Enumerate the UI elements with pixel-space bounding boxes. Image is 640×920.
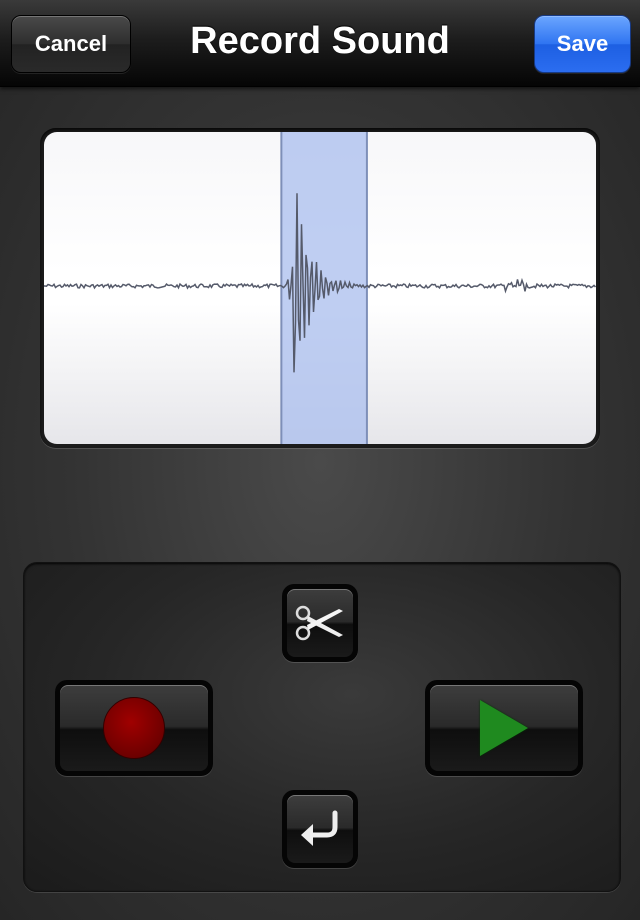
navigation-bar: Cancel Record Sound Save — [0, 0, 640, 87]
save-button[interactable]: Save — [534, 15, 631, 73]
undo-arrow-icon — [301, 810, 338, 846]
scissors-icon — [295, 605, 343, 641]
waveform-view[interactable] — [44, 132, 596, 444]
undo-button[interactable] — [282, 790, 358, 868]
play-icon — [480, 700, 528, 756]
play-button[interactable] — [425, 680, 583, 776]
trim-button[interactable] — [282, 584, 358, 662]
record-icon — [103, 697, 165, 759]
waveform-graphic — [44, 132, 596, 444]
record-button[interactable] — [55, 680, 213, 776]
